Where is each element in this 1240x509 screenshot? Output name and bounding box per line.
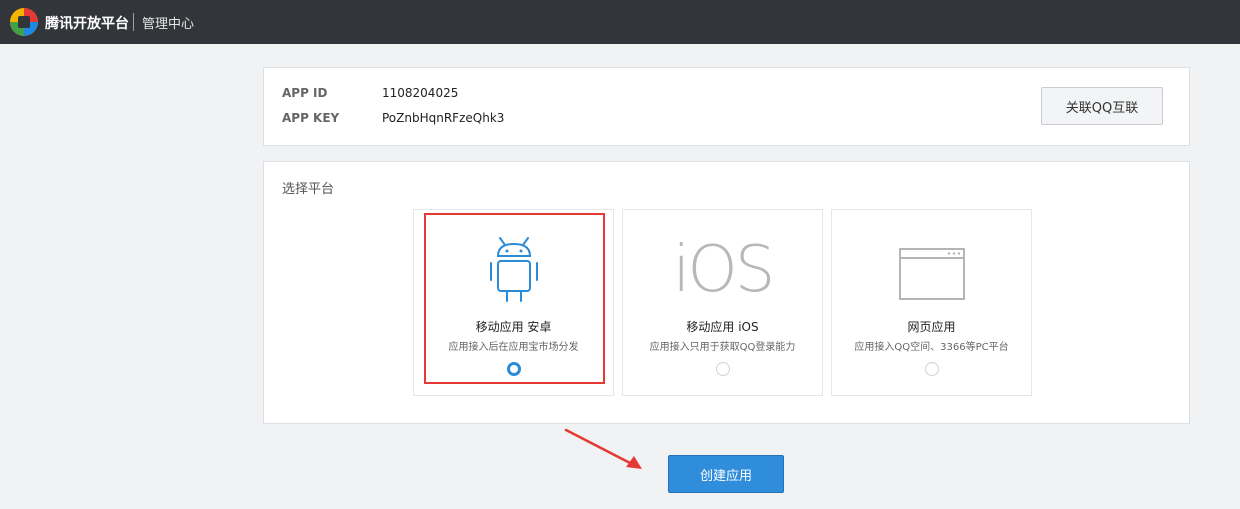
app-key-label: APP KEY — [282, 111, 340, 125]
ios-icon: iOS — [672, 233, 776, 307]
app-id-value: 1108204025 — [382, 86, 459, 100]
platform-option-android[interactable]: 移动应用 安卓 应用接入后在应用宝市场分发 — [413, 209, 614, 396]
platform-option-ios[interactable]: iOS 移动应用 iOS 应用接入只用于获取QQ登录能力 — [622, 209, 823, 396]
app-key-value: PoZnbHqnRFzeQhk3 — [382, 111, 505, 125]
option-description: 应用接入QQ空间、3366等PC平台 — [854, 342, 1009, 353]
tencent-logo-icon[interactable] — [8, 6, 40, 38]
pointer-arrow-icon — [564, 428, 642, 469]
option-radio[interactable] — [716, 362, 730, 376]
brand-divider — [133, 13, 134, 31]
option-radio[interactable] — [925, 362, 939, 376]
browser-window-icon — [899, 248, 965, 300]
platform-option-web[interactable]: 网页应用 应用接入QQ空间、3366等PC平台 — [831, 209, 1032, 396]
app-id-label: APP ID — [282, 86, 328, 100]
option-description: 应用接入后在应用宝市场分发 — [448, 342, 579, 353]
option-title: 网页应用 — [907, 320, 956, 334]
option-radio-selected[interactable] — [507, 362, 521, 376]
section-title[interactable]: 管理中心 — [142, 13, 194, 32]
platform-select-card: 选择平台 移动应用 安卓 应用接入后在应用宝市场分发 iOS 移动应用 iOS … — [263, 161, 1190, 424]
brand-name[interactable]: 腾讯开放平台 — [45, 13, 129, 33]
option-title: 移动应用 iOS — [686, 320, 759, 334]
option-title: 移动应用 安卓 — [475, 320, 552, 334]
create-app-button[interactable]: 创建应用 — [668, 455, 784, 493]
option-description: 应用接入只用于获取QQ登录能力 — [649, 342, 796, 353]
platform-section-title: 选择平台 — [282, 182, 335, 197]
android-icon — [490, 237, 538, 302]
app-info-card: APP ID 1108204025 APP KEY PoZnbHqnRFzeQh… — [263, 67, 1190, 146]
link-qq-connect-button[interactable]: 关联QQ互联 — [1041, 87, 1163, 125]
top-bar: 腾讯开放平台 管理中心 — [0, 0, 1240, 44]
